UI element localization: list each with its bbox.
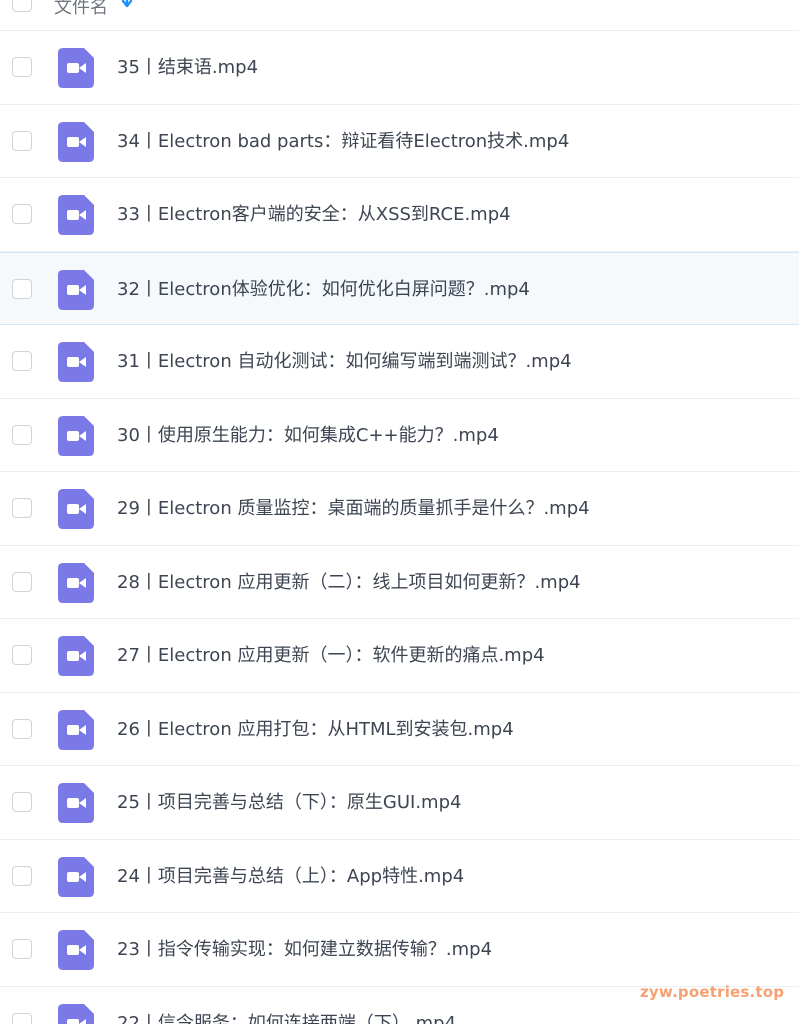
row-checkbox[interactable]: [12, 792, 32, 812]
row-checkbox[interactable]: [12, 939, 32, 959]
column-header-filename[interactable]: 文件名: [54, 0, 108, 19]
row-checkbox[interactable]: [12, 278, 32, 299]
file-name[interactable]: 28丨Electron 应用更新（二）：线上项目如何更新？.mp4: [117, 571, 581, 595]
video-file-icon: [58, 636, 94, 676]
file-name[interactable]: 22丨信令服务：如何连接两端（下）.mp4: [117, 1012, 456, 1024]
video-file-icon: [58, 121, 94, 162]
video-file-icon: [58, 709, 94, 750]
row-checkbox[interactable]: [12, 204, 32, 224]
video-file-icon: [58, 1003, 94, 1024]
file-row-hovered[interactable]: 32丨Electron体验优化：如何优化白屏问题？.mp4: [0, 251, 799, 325]
video-file-icon: [58, 562, 94, 603]
file-list: 35丨结束语.mp4 34丨Electron bad parts：辩证看待Ele…: [0, 31, 799, 1024]
video-file-icon: [58, 930, 94, 970]
file-row[interactable]: 27丨Electron 应用更新（一）：软件更新的痛点.mp4: [0, 619, 799, 693]
file-row[interactable]: 25丨项目完善与总结（下）：原生GUI.mp4: [0, 766, 799, 840]
file-list-header: 文件名: [0, 0, 799, 31]
file-name[interactable]: 29丨Electron 质量监控：桌面端的质量抓手是什么？.mp4: [117, 497, 590, 521]
row-checkbox[interactable]: [12, 130, 32, 151]
row-checkbox[interactable]: [12, 498, 32, 518]
file-name[interactable]: 24丨项目完善与总结（上）：App特性.mp4: [117, 865, 464, 889]
row-checkbox[interactable]: [12, 571, 32, 592]
file-name[interactable]: 30丨使用原生能力：如何集成C++能力？.mp4: [117, 424, 499, 448]
row-checkbox[interactable]: [12, 351, 32, 371]
video-file-icon: [58, 269, 94, 310]
file-name[interactable]: 31丨Electron 自动化测试：如何编写端到端测试？.mp4: [117, 350, 572, 374]
arrow-down-icon[interactable]: [120, 0, 134, 10]
video-file-icon: [58, 415, 94, 456]
video-file-icon: [58, 489, 94, 529]
file-row[interactable]: 33丨Electron客户端的安全：从XSS到RCE.mp4: [0, 178, 799, 252]
video-file-icon: [58, 342, 94, 382]
file-row[interactable]: 31丨Electron 自动化测试：如何编写端到端测试？.mp4: [0, 325, 799, 399]
file-name[interactable]: 34丨Electron bad parts：辩证看待Electron技术.mp4: [117, 130, 569, 154]
video-file-icon: [58, 783, 94, 823]
video-file-icon: [58, 195, 94, 235]
file-name[interactable]: 23丨指令传输实现：如何建立数据传输？.mp4: [117, 938, 492, 962]
file-name[interactable]: 26丨Electron 应用打包：从HTML到安装包.mp4: [117, 718, 514, 742]
file-name[interactable]: 25丨项目完善与总结（下）：原生GUI.mp4: [117, 791, 461, 815]
file-row[interactable]: 34丨Electron bad parts：辩证看待Electron技术.mp4: [0, 104, 799, 178]
file-row[interactable]: 26丨Electron 应用打包：从HTML到安装包.mp4: [0, 692, 799, 766]
row-checkbox[interactable]: [12, 865, 32, 886]
row-checkbox[interactable]: [12, 1012, 32, 1024]
file-row[interactable]: 24丨项目完善与总结（上）：App特性.mp4: [0, 839, 799, 913]
select-all-checkbox[interactable]: [12, 0, 32, 12]
row-checkbox[interactable]: [12, 645, 32, 665]
row-checkbox[interactable]: [12, 57, 32, 77]
file-name[interactable]: 33丨Electron客户端的安全：从XSS到RCE.mp4: [117, 203, 511, 227]
file-row[interactable]: 35丨结束语.mp4: [0, 31, 799, 105]
watermark: zyw.poetries.top: [640, 983, 785, 1001]
video-file-icon: [58, 48, 94, 88]
file-row[interactable]: 30丨使用原生能力：如何集成C++能力？.mp4: [0, 398, 799, 472]
file-row[interactable]: 23丨指令传输实现：如何建立数据传输？.mp4: [0, 913, 799, 987]
file-name[interactable]: 35丨结束语.mp4: [117, 56, 258, 80]
row-checkbox[interactable]: [12, 424, 32, 445]
file-name[interactable]: 27丨Electron 应用更新（一）：软件更新的痛点.mp4: [117, 644, 545, 668]
row-checkbox[interactable]: [12, 718, 32, 739]
video-file-icon: [58, 856, 94, 897]
file-name[interactable]: 32丨Electron体验优化：如何优化白屏问题？.mp4: [117, 278, 530, 302]
file-row[interactable]: 28丨Electron 应用更新（二）：线上项目如何更新？.mp4: [0, 545, 799, 619]
file-list-page: 文件名 35丨结束语.mp4 34丨Electron bad parts：辩证看…: [0, 0, 799, 1024]
file-row[interactable]: 29丨Electron 质量监控：桌面端的质量抓手是什么？.mp4: [0, 472, 799, 546]
